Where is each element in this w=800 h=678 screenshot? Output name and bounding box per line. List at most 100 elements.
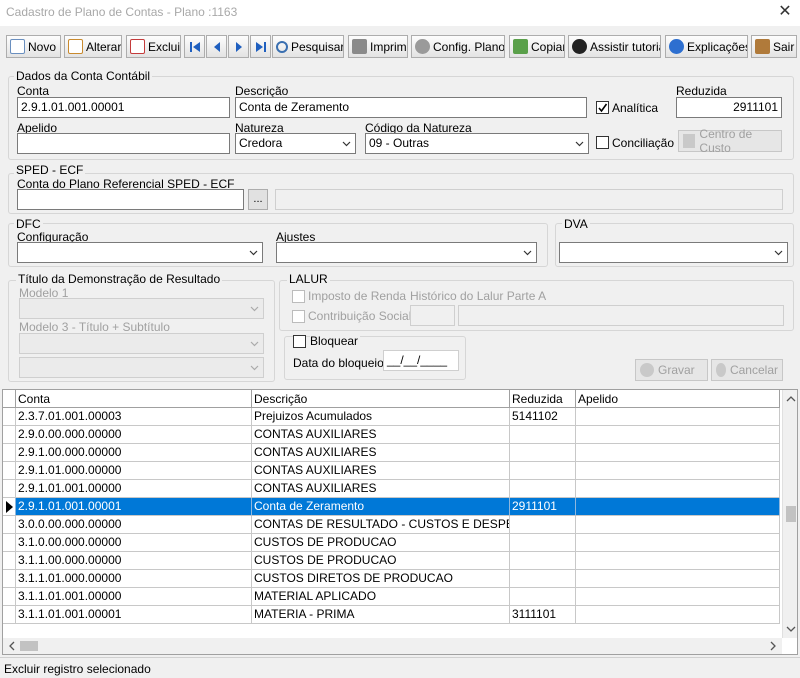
config-planos-button[interactable]: Config. Planos xyxy=(411,35,505,58)
close-icon[interactable]: ✕ xyxy=(776,2,794,22)
table-row[interactable]: 2.9.1.01.001.00000 CONTAS AUXILIARES xyxy=(3,480,780,498)
table-cell[interactable] xyxy=(510,534,576,552)
table-cell[interactable]: CUSTOS DE PRODUCAO xyxy=(252,552,510,570)
header-conta[interactable]: Conta xyxy=(16,390,252,408)
excluir-button[interactable]: Excluir xyxy=(126,35,181,58)
imposto-renda-checkbox[interactable] xyxy=(292,290,305,303)
table-cell[interactable]: 2.9.1.00.000.00000 xyxy=(16,444,252,462)
last-record-button[interactable] xyxy=(250,35,271,58)
scroll-right-icon[interactable] xyxy=(765,638,781,654)
apelido-input[interactable] xyxy=(17,133,230,154)
descricao-input[interactable]: Conta de Zeramento xyxy=(235,97,587,118)
table-cell[interactable]: CONTAS AUXILIARES xyxy=(252,426,510,444)
assistir-tutorial-button[interactable]: Assistir tutorial xyxy=(568,35,661,58)
row-indicator[interactable] xyxy=(3,480,16,498)
horizontal-scroll-thumb[interactable] xyxy=(20,641,38,651)
table-cell[interactable]: 3111101 xyxy=(510,606,576,624)
table-cell[interactable] xyxy=(510,444,576,462)
sped-conta-input[interactable] xyxy=(17,189,244,210)
table-row[interactable]: 3.1.1.01.000.00000 CUSTOS DIRETOS DE PROD… xyxy=(3,570,780,588)
table-cell[interactable] xyxy=(576,516,780,534)
table-cell[interactable] xyxy=(576,534,780,552)
table-cell[interactable] xyxy=(510,552,576,570)
table-cell[interactable]: 2.9.1.01.000.00000 xyxy=(16,462,252,480)
table-cell[interactable]: 2.9.0.00.000.00000 xyxy=(16,426,252,444)
table-cell[interactable]: 2.9.1.01.001.00001 xyxy=(16,498,252,516)
ajustes-select[interactable] xyxy=(276,242,537,263)
table-row[interactable]: 2.9.1.01.001.00001 Conta de Zeramento 2911… xyxy=(3,498,780,516)
table-cell[interactable] xyxy=(510,588,576,606)
table-cell[interactable]: MATERIA - PRIMA xyxy=(252,606,510,624)
codigo-natureza-select[interactable]: 09 - Outras xyxy=(365,133,589,154)
table-cell[interactable] xyxy=(510,426,576,444)
table-row[interactable]: 3.1.0.00.000.00000 CUSTOS DE PRODUCAO xyxy=(3,534,780,552)
table-cell[interactable]: 5141102 xyxy=(510,408,576,426)
table-cell[interactable] xyxy=(576,444,780,462)
table-cell[interactable]: Conta de Zeramento xyxy=(252,498,510,516)
modelo3-titulo-select[interactable] xyxy=(19,333,264,354)
scroll-up-icon[interactable] xyxy=(783,391,798,407)
table-cell[interactable] xyxy=(576,570,780,588)
copiar-button[interactable]: Copiar xyxy=(509,35,565,58)
row-indicator[interactable] xyxy=(3,552,16,570)
table-cell[interactable] xyxy=(576,606,780,624)
table-row[interactable]: 2.9.1.01.000.00000 CONTAS AUXILIARES xyxy=(3,462,780,480)
sped-lookup-button[interactable]: ... xyxy=(248,189,268,210)
bloquear-checkbox[interactable] xyxy=(293,335,306,348)
vertical-scrollbar[interactable] xyxy=(782,390,798,638)
row-indicator[interactable] xyxy=(3,462,16,480)
table-cell[interactable]: 3.1.1.01.000.00000 xyxy=(16,570,252,588)
scroll-left-icon[interactable] xyxy=(4,638,20,654)
conciliacao-checkbox[interactable] xyxy=(596,136,609,149)
table-cell[interactable] xyxy=(576,408,780,426)
header-reduzida[interactable]: Reduzida xyxy=(510,390,576,408)
table-cell[interactable]: 2.3.7.01.001.00003 xyxy=(16,408,252,426)
table-cell[interactable] xyxy=(510,480,576,498)
horizontal-scrollbar[interactable] xyxy=(3,638,782,654)
row-indicator[interactable] xyxy=(3,498,16,516)
configuracao-select[interactable] xyxy=(17,242,263,263)
table-cell[interactable] xyxy=(510,570,576,588)
table-cell[interactable]: CONTAS AUXILIARES xyxy=(252,444,510,462)
table-row[interactable]: 3.1.1.01.001.00000 MATERIAL APLICADO xyxy=(3,588,780,606)
table-cell[interactable]: Prejuizos Acumulados xyxy=(252,408,510,426)
header-apelido[interactable]: Apelido xyxy=(576,390,780,408)
imprimir-button[interactable]: Imprimir xyxy=(348,35,408,58)
table-cell[interactable] xyxy=(510,516,576,534)
row-indicator[interactable] xyxy=(3,606,16,624)
row-indicator[interactable] xyxy=(3,426,16,444)
explicacoes-button[interactable]: Explicações xyxy=(665,35,748,58)
centro-custo-button[interactable]: Centro de Custo xyxy=(678,127,782,155)
table-cell[interactable] xyxy=(510,462,576,480)
table-cell[interactable]: CUSTOS DE PRODUCAO xyxy=(252,534,510,552)
table-row[interactable]: 2.3.7.01.001.00003 Prejuizos Acumulados 51… xyxy=(3,408,780,426)
table-row[interactable]: 3.0.0.00.000.00000 CONTAS DE RESULTADO - … xyxy=(3,516,780,534)
table-row[interactable]: 2.9.0.00.000.00000 CONTAS AUXILIARES xyxy=(3,426,780,444)
natureza-select[interactable]: Credora xyxy=(235,133,356,154)
conta-input[interactable]: 2.9.1.01.001.00001 xyxy=(17,97,230,118)
reduzida-input[interactable]: 2911101 xyxy=(676,97,782,118)
table-cell[interactable]: 3.1.0.00.000.00000 xyxy=(16,534,252,552)
row-indicator[interactable] xyxy=(3,534,16,552)
dva-select[interactable] xyxy=(559,242,788,263)
historico-description-field[interactable] xyxy=(458,305,784,326)
table-cell[interactable] xyxy=(576,498,780,516)
historico-code-field[interactable] xyxy=(410,305,455,326)
table-cell[interactable]: 3.1.1.01.001.00000 xyxy=(16,588,252,606)
novo-button[interactable]: Novo xyxy=(6,35,61,58)
table-cell[interactable]: 2911101 xyxy=(510,498,576,516)
scroll-down-icon[interactable] xyxy=(783,621,798,637)
table-row[interactable]: 3.1.1.00.000.00000 CUSTOS DE PRODUCAO xyxy=(3,552,780,570)
table-cell[interactable]: 2.9.1.01.001.00000 xyxy=(16,480,252,498)
row-indicator[interactable] xyxy=(3,444,16,462)
contribuicao-social-checkbox[interactable] xyxy=(292,310,305,323)
modelo1-select[interactable] xyxy=(19,298,264,319)
sair-button[interactable]: Sair xyxy=(751,35,797,58)
next-record-button[interactable] xyxy=(228,35,249,58)
table-cell[interactable]: CONTAS DE RESULTADO - CUSTOS E DESPESAS xyxy=(252,516,510,534)
table-cell[interactable]: CONTAS AUXILIARES xyxy=(252,462,510,480)
table-cell[interactable]: 3.1.1.00.000.00000 xyxy=(16,552,252,570)
table-cell[interactable]: MATERIAL APLICADO xyxy=(252,588,510,606)
table-cell[interactable] xyxy=(576,588,780,606)
table-cell[interactable]: CONTAS AUXILIARES xyxy=(252,480,510,498)
